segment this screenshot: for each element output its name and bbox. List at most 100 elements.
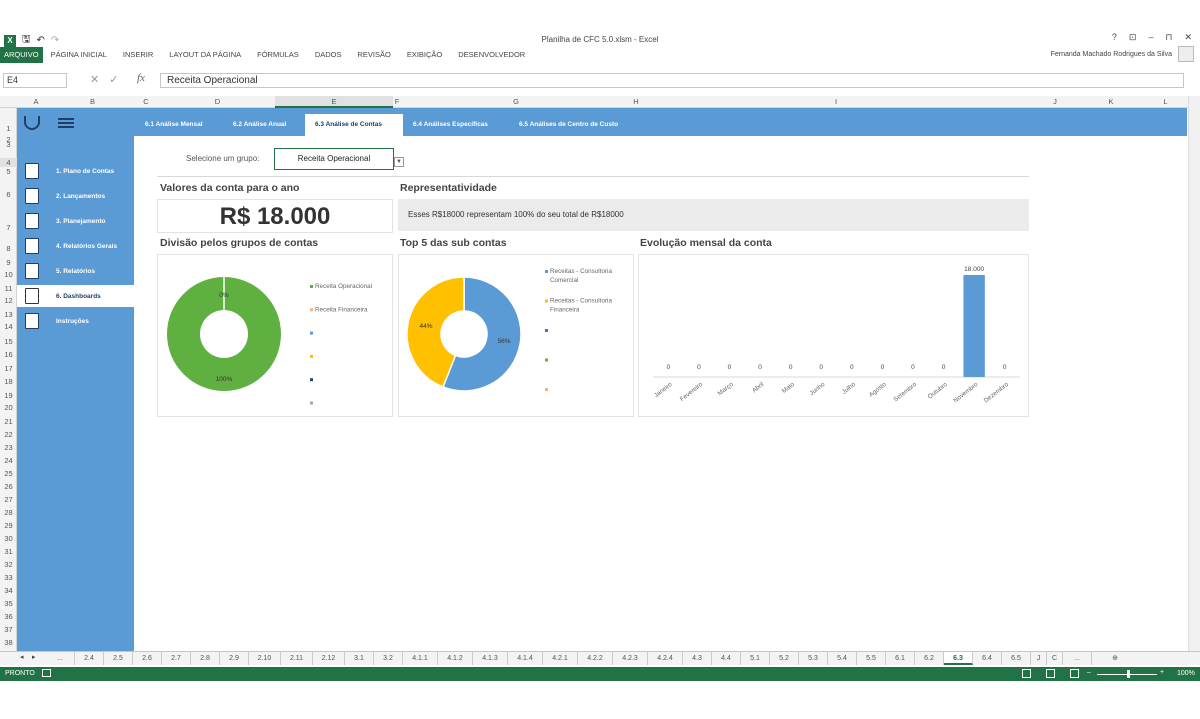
window-button[interactable]: ⊓: [1165, 32, 1172, 43]
row-header[interactable]: 31: [0, 547, 17, 556]
sheet-tab[interactable]: 4.2.1: [543, 652, 578, 665]
row-header[interactable]: 19: [0, 391, 17, 400]
row-header[interactable]: 35: [0, 599, 17, 608]
sheet-tab[interactable]: 5.3: [799, 652, 828, 665]
sidebar-item[interactable]: 4. Relatórios Gerais: [17, 235, 134, 257]
row-header[interactable]: 25: [0, 469, 17, 478]
ribbon-tab[interactable]: ARQUIVO: [0, 47, 43, 63]
ribbon-tab[interactable]: FÓRMULAS: [249, 47, 307, 63]
row-header[interactable]: 15: [0, 337, 17, 346]
formula-input[interactable]: Receita Operacional: [160, 73, 1184, 88]
cancel-icon[interactable]: ✕: [90, 73, 99, 86]
ribbon-tab[interactable]: PÁGINA INICIAL: [43, 47, 115, 63]
sheet-tab[interactable]: 5.2: [770, 652, 799, 665]
sheet-tab[interactable]: 2.12: [313, 652, 345, 665]
row-header[interactable]: 28: [0, 508, 17, 517]
tab-1[interactable]: 6.1 Análise Mensal: [135, 114, 223, 136]
sheet-tab[interactable]: J: [1031, 652, 1047, 665]
column-header[interactable]: I: [641, 96, 1031, 108]
sheet-tab[interactable]: 4.2.4: [648, 652, 683, 665]
sidebar-item[interactable]: 2. Lançamentos: [17, 185, 134, 207]
row-header[interactable]: 32: [0, 560, 17, 569]
row-header[interactable]: 14: [0, 322, 17, 331]
row-header[interactable]: 12: [0, 296, 17, 305]
normal-view-icon[interactable]: [1022, 669, 1031, 678]
sheet-tab[interactable]: 4.1.4: [508, 652, 543, 665]
ribbon-tab[interactable]: DADOS: [307, 47, 350, 63]
row-header[interactable]: 7: [0, 223, 17, 232]
scroll-left-icon[interactable]: ◂: [20, 653, 24, 661]
column-header[interactable]: G: [401, 96, 631, 108]
row-header[interactable]: 38: [0, 638, 17, 647]
sheet-tab[interactable]: 5.5: [857, 652, 886, 665]
row-header[interactable]: 6: [0, 190, 17, 199]
tab-5[interactable]: 6.5 Análises de Centro de Custo: [509, 114, 639, 136]
add-sheet-icon[interactable]: ⊕: [1108, 652, 1122, 665]
row-header[interactable]: 3: [0, 140, 17, 149]
sheet-tab[interactable]: 5.1: [741, 652, 770, 665]
group-select[interactable]: Receita Operacional: [274, 148, 394, 170]
sheet-tab[interactable]: 2.11: [281, 652, 313, 665]
sheet-tab[interactable]: 6.5: [1002, 652, 1031, 665]
sheet-tab[interactable]: 4.2.2: [578, 652, 613, 665]
sheet-tab[interactable]: 3.1: [345, 652, 374, 665]
sheet-tab[interactable]: 2.6: [133, 652, 162, 665]
tab-4[interactable]: 6.4 Análises Específicas: [403, 114, 509, 136]
sidebar-item[interactable]: 1. Plano de Contas: [17, 160, 134, 182]
sheet-tab[interactable]: 5.4: [828, 652, 857, 665]
row-header[interactable]: 21: [0, 417, 17, 426]
column-header[interactable]: D: [160, 96, 275, 108]
row-header[interactable]: 4: [0, 158, 17, 167]
window-button[interactable]: ⊡: [1129, 32, 1137, 43]
row-header[interactable]: 23: [0, 443, 17, 452]
user-name[interactable]: Fernanda Machado Rodrigues da Silva: [1051, 51, 1172, 58]
column-header[interactable]: C: [140, 96, 152, 108]
sheet-tab[interactable]: 6.4: [973, 652, 1002, 665]
row-header[interactable]: 8: [0, 244, 17, 253]
page-break-icon[interactable]: [1070, 669, 1079, 678]
chart-panel-monthly[interactable]: 0 Janeiro 0 Fevereiro 0 Março 0 Abril 0 Maio 0 Junh…: [638, 254, 1029, 417]
row-header[interactable]: 9: [0, 258, 17, 267]
row-header[interactable]: 11: [0, 284, 17, 293]
sheet-tab[interactable]: C: [1047, 652, 1063, 665]
sidebar-item[interactable]: 3. Planejamento: [17, 210, 134, 232]
chevron-down-icon[interactable]: ▼: [394, 157, 404, 167]
sheet-tab[interactable]: 4.4: [712, 652, 741, 665]
chart-panel-groups[interactable]: 100% 0% Receita Operacional Receita Finance…: [157, 254, 393, 417]
ribbon-tab[interactable]: EXIBIÇÃO: [399, 47, 450, 63]
window-button[interactable]: ?: [1112, 32, 1117, 43]
row-header[interactable]: 36: [0, 612, 17, 621]
confirm-icon[interactable]: ✓: [109, 73, 118, 86]
scroll-right-icon[interactable]: ▸: [32, 653, 36, 661]
sheet-tab[interactable]: 2.5: [104, 652, 133, 665]
row-header[interactable]: 16: [0, 350, 17, 359]
tab-2[interactable]: 6.2 Análise Anual: [223, 114, 305, 136]
row-header[interactable]: 30: [0, 534, 17, 543]
column-header[interactable]: J: [1031, 96, 1079, 108]
name-box[interactable]: E4: [3, 73, 67, 88]
ribbon-tab[interactable]: REVISÃO: [349, 47, 398, 63]
sheet-tab[interactable]: 2.9: [220, 652, 249, 665]
column-header[interactable]: B: [55, 96, 130, 108]
menu-icon[interactable]: [58, 118, 74, 128]
column-header[interactable]: E: [275, 96, 393, 108]
sheet-tab[interactable]: 4.2.3: [613, 652, 648, 665]
row-header[interactable]: 24: [0, 456, 17, 465]
row-header[interactable]: 1: [0, 124, 17, 133]
sheet-tab[interactable]: 4.1.2: [438, 652, 473, 665]
page-layout-icon[interactable]: [1046, 669, 1055, 678]
row-header[interactable]: 13: [0, 310, 17, 319]
sheet-tab[interactable]: 2.8: [191, 652, 220, 665]
sidebar-item[interactable]: Instruções: [17, 310, 134, 332]
zoom-thumb[interactable]: [1127, 670, 1130, 678]
sheet-tab[interactable]: 2.7: [162, 652, 191, 665]
ribbon-tab[interactable]: DESENVOLVEDOR: [450, 47, 533, 63]
sheet-tab[interactable]: 4.1.3: [473, 652, 508, 665]
sheet-tab[interactable]: 3.2: [374, 652, 403, 665]
column-header[interactable]: L: [1143, 96, 1188, 108]
row-header[interactable]: 33: [0, 573, 17, 582]
row-header[interactable]: 22: [0, 430, 17, 439]
column-header[interactable]: K: [1082, 96, 1140, 108]
row-header[interactable]: 10: [0, 270, 17, 279]
row-header[interactable]: 29: [0, 521, 17, 530]
